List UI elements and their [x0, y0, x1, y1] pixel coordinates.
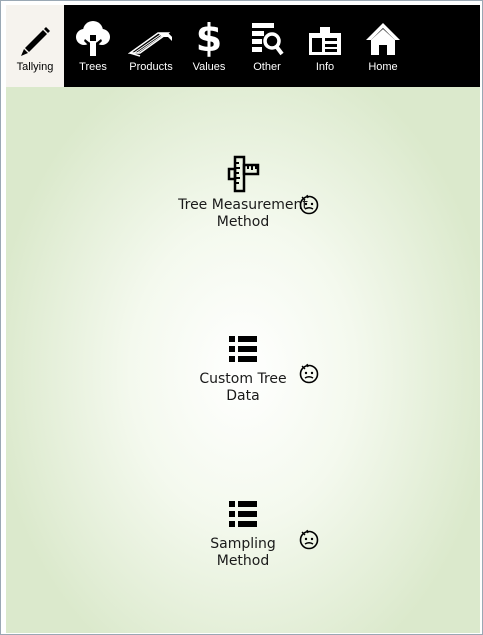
help-face-icon[interactable] — [298, 528, 320, 550]
main-toolbar: Tallying Trees Products $ Values Other I… — [6, 5, 480, 87]
tab-label: Trees — [79, 61, 107, 73]
tab-products[interactable]: Products — [122, 5, 180, 87]
products-icon — [122, 5, 180, 60]
tab-tallying[interactable]: Tallying — [6, 5, 64, 87]
tab-label: Values — [192, 61, 226, 73]
tab-trees[interactable]: Trees — [64, 5, 122, 87]
option-label: Custom Tree Data — [199, 371, 287, 404]
tree-icon — [64, 5, 122, 60]
help-face-icon[interactable] — [298, 362, 320, 384]
tab-label: Other — [253, 61, 281, 73]
settings-panel: Tree Measurement Method Custom Tree Data — [6, 87, 480, 633]
custom-tree-data-option[interactable]: Custom Tree Data — [6, 333, 480, 405]
help-face-icon[interactable] — [298, 193, 320, 215]
list-icon — [229, 336, 257, 362]
sampling-method-option[interactable]: Sampling Method — [6, 498, 480, 570]
tab-values[interactable]: $ Values — [180, 5, 238, 87]
option-label: Tree Measurement Method — [178, 197, 308, 230]
ruler-icon — [227, 155, 260, 193]
tree-measurement-method-option[interactable]: Tree Measurement Method — [6, 155, 480, 231]
pencil-icon — [6, 5, 64, 60]
tab-other[interactable]: Other — [238, 5, 296, 87]
home-icon — [354, 5, 412, 60]
tab-label: Info — [315, 61, 335, 73]
tab-label: Products — [129, 61, 173, 73]
dollar-icon: $ — [195, 16, 223, 60]
search-list-icon — [238, 5, 296, 60]
list-icon — [229, 501, 257, 527]
tab-home[interactable]: Home — [354, 5, 412, 87]
id-card-icon — [296, 5, 354, 60]
app-window: Tallying Trees Products $ Values Other I… — [0, 0, 483, 635]
option-label: Sampling Method — [210, 536, 276, 569]
tab-label: Tallying — [16, 61, 54, 73]
tab-label: Home — [368, 61, 398, 73]
tab-info[interactable]: Info — [296, 5, 354, 87]
